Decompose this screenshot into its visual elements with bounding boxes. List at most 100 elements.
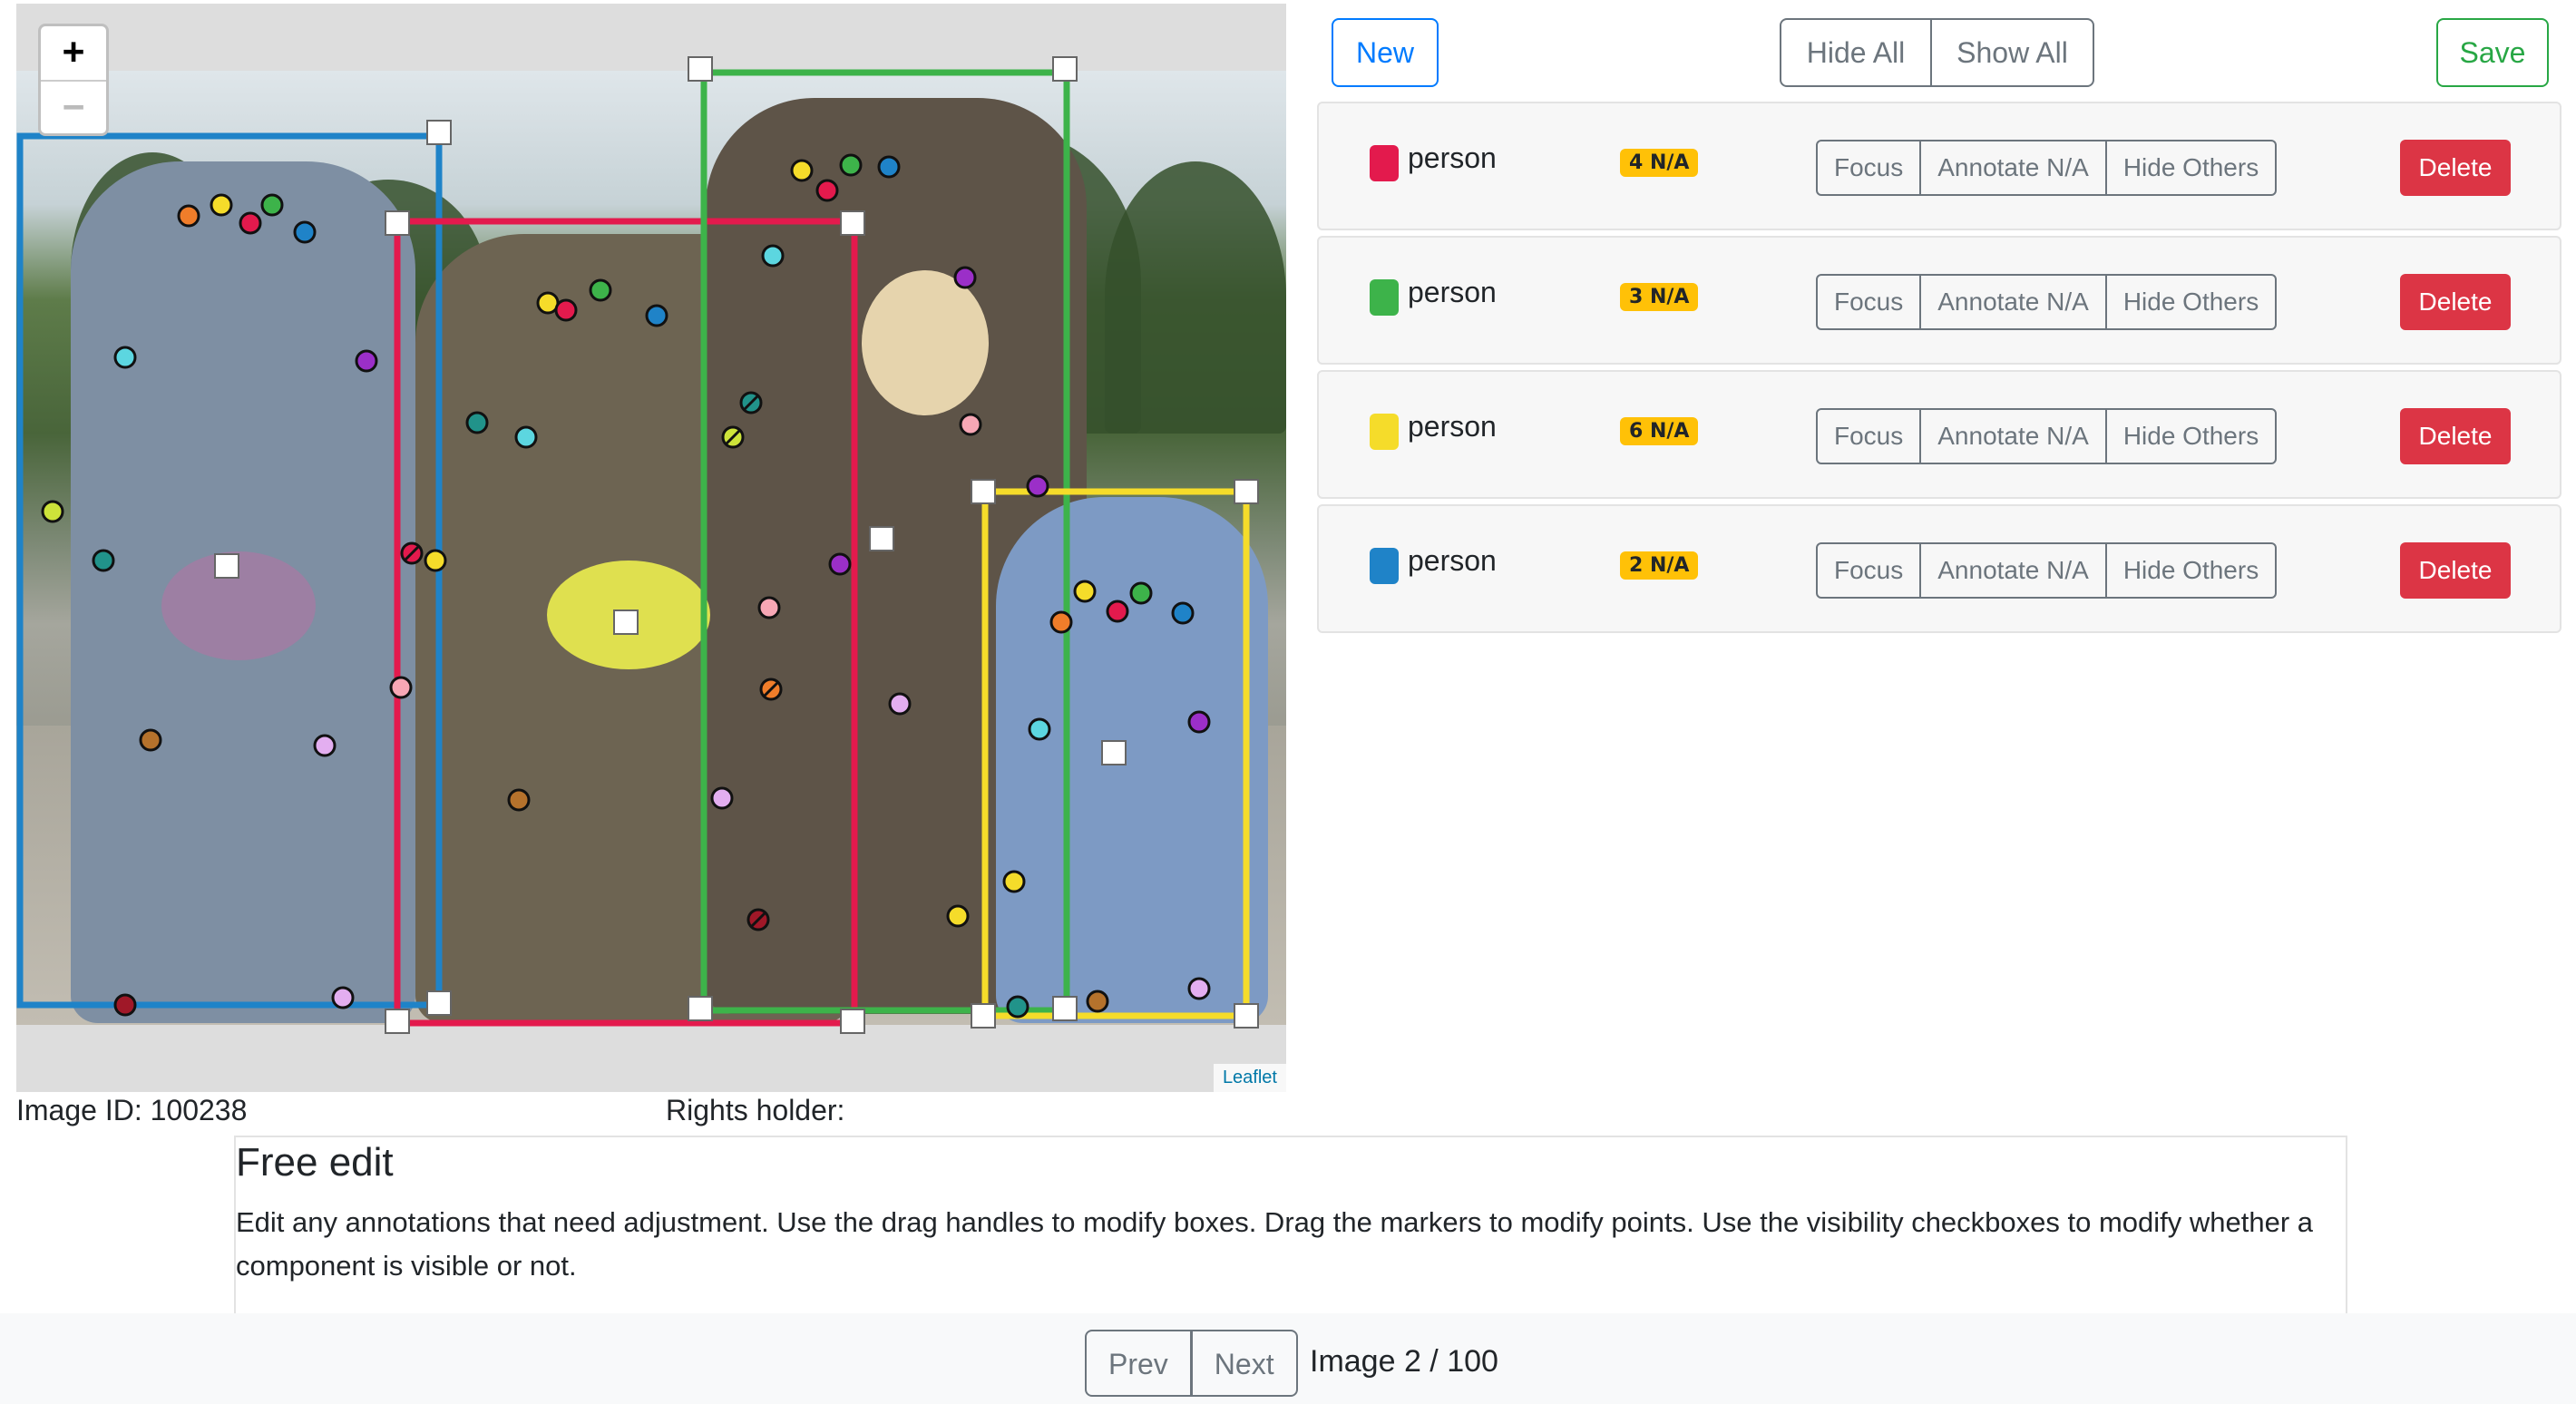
hide-others-button[interactable]: Hide Others [2104,140,2278,196]
keypoint-marker[interactable] [139,728,162,752]
annotate-button[interactable]: Annotate N/A [1919,274,2107,330]
keypoint-marker[interactable] [1086,990,1109,1013]
annotation-overlay[interactable] [16,4,1286,1092]
delete-button[interactable]: Delete [2400,542,2511,599]
zoom-in-button[interactable]: + [41,26,106,82]
zoom-out-button[interactable]: − [41,82,106,135]
resize-handle[interactable] [385,1009,410,1034]
keypoint-marker[interactable] [313,734,337,757]
keypoint-marker[interactable] [355,349,378,373]
keypoint-marker[interactable] [1028,717,1051,741]
image-id-text: Image ID: 100238 [16,1094,248,1126]
keypoint-marker[interactable] [1049,610,1073,634]
keypoint-marker[interactable] [761,244,785,268]
keypoint-marker[interactable] [757,596,781,619]
resize-handle[interactable] [688,996,713,1021]
keypoint-marker[interactable] [839,153,863,177]
new-button[interactable]: New [1332,18,1439,87]
hide-all-button[interactable]: Hide All [1780,18,1932,87]
keypoint-marker[interactable] [1026,474,1049,498]
resize-handle[interactable] [1234,1003,1259,1029]
resize-handle[interactable] [971,1003,996,1029]
prev-button[interactable]: Prev [1085,1330,1192,1397]
annotate-button[interactable]: Annotate N/A [1919,408,2107,464]
color-swatch [1370,279,1399,316]
keypoint-marker[interactable] [113,346,137,369]
keypoint-marker[interactable] [959,413,982,436]
delete-button[interactable]: Delete [2400,140,2511,196]
focus-button[interactable]: Focus [1816,274,1922,330]
resize-handle[interactable] [613,609,639,635]
annotation-label: person [1408,544,1497,577]
keypoint-marker[interactable] [946,904,970,928]
annotation-card: person 3 N/A Focus Annotate N/A Hide Others D… [1317,236,2561,365]
keypoint-marker[interactable] [828,552,852,576]
keypoint-marker[interactable] [293,220,317,244]
resize-handle[interactable] [1101,740,1127,765]
keypoint-marker[interactable] [790,159,814,182]
annotation-actions: Focus Annotate N/A Hide Others [1816,408,2278,464]
resize-handle[interactable] [214,553,239,579]
resize-handle[interactable] [1052,996,1078,1021]
keypoint-marker[interactable] [815,179,839,202]
focus-button[interactable]: Focus [1816,542,1922,599]
keypoint-marker[interactable] [389,676,413,699]
resize-handle[interactable] [840,1009,865,1034]
keypoint-marker[interactable] [514,425,538,449]
annotation-label: person [1408,276,1497,308]
keypoint-marker[interactable] [92,549,115,572]
annotation-card: person 6 N/A Focus Annotate N/A Hide Others D… [1317,370,2561,499]
keypoint-marker[interactable] [239,211,262,235]
hide-others-button[interactable]: Hide Others [2104,408,2278,464]
resize-handle[interactable] [971,479,996,504]
resize-handle[interactable] [688,56,713,82]
leaflet-attribution[interactable]: Leaflet [1213,1064,1286,1092]
resize-handle[interactable] [385,210,410,236]
annotation-actions: Focus Annotate N/A Hide Others [1816,542,2278,599]
resize-handle[interactable] [426,990,452,1016]
show-all-button[interactable]: Show All [1931,18,2094,87]
keypoint-marker[interactable] [210,193,233,217]
annotation-actions: Focus Annotate N/A Hide Others [1816,274,2278,330]
focus-button[interactable]: Focus [1816,140,1922,196]
keypoint-marker[interactable] [710,786,734,810]
delete-button[interactable]: Delete [2400,408,2511,464]
hide-others-button[interactable]: Hide Others [2104,542,2278,599]
focus-button[interactable]: Focus [1816,408,1922,464]
keypoint-marker[interactable] [888,692,912,716]
keypoint-marker[interactable] [1002,870,1026,893]
keypoint-marker[interactable] [589,278,612,302]
keypoint-marker[interactable] [1129,581,1153,605]
keypoint-marker[interactable] [113,993,137,1017]
resize-handle[interactable] [426,120,452,145]
resize-handle[interactable] [840,210,865,236]
keypoint-marker[interactable] [331,986,355,1009]
hide-others-button[interactable]: Hide Others [2104,274,2278,330]
resize-handle[interactable] [1234,479,1259,504]
resize-handle[interactable] [869,526,894,551]
keypoint-marker[interactable] [1106,600,1129,623]
keypoint-marker[interactable] [1073,580,1097,603]
keypoint-marker[interactable] [507,788,531,812]
delete-button[interactable]: Delete [2400,274,2511,330]
keypoint-marker[interactable] [1187,977,1211,1000]
annotate-button[interactable]: Annotate N/A [1919,140,2107,196]
keypoint-marker[interactable] [877,155,901,179]
keypoint-marker[interactable] [645,304,668,327]
keypoint-marker[interactable] [953,266,977,289]
keypoint-marker[interactable] [465,411,489,434]
footer: Prev Next Image 2 / 100 [0,1313,2576,1404]
annotate-button[interactable]: Annotate N/A [1919,542,2107,599]
save-button[interactable]: Save [2436,18,2549,87]
resize-handle[interactable] [1052,56,1078,82]
keypoint-marker[interactable] [260,193,284,217]
keypoint-marker[interactable] [554,298,578,322]
keypoint-marker[interactable] [41,500,64,523]
image-map[interactable]: + − Leaflet [16,4,1286,1092]
keypoint-marker[interactable] [1006,995,1029,1019]
keypoint-marker[interactable] [1171,601,1195,625]
next-button[interactable]: Next [1191,1330,1298,1397]
keypoint-marker[interactable] [1187,710,1211,734]
keypoint-marker[interactable] [177,204,200,228]
keypoint-marker[interactable] [424,549,447,572]
